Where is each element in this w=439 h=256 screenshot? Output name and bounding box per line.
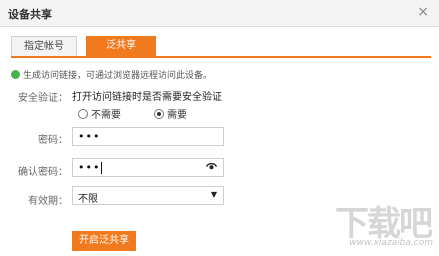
watermark: 下载吧 www.xiazaiba.com [333, 196, 433, 254]
confirm-password-wrap: ••• [78, 161, 103, 174]
password-field[interactable]: ••• [72, 127, 224, 146]
info-text: 生成访问链接，可通过浏览器远程访问此设备。 [23, 71, 213, 81]
expiry-value: 不限 [78, 194, 98, 205]
chevron-down-icon: ▼ [210, 190, 217, 199]
dialog-title: 设备共享 [8, 8, 52, 21]
open-share-button[interactable]: 开启泛共享 [72, 231, 136, 251]
confirm-password-label: 确认密码： [18, 167, 68, 178]
title-bar: 设备共享 × [0, 0, 439, 27]
password-value: ••• [78, 130, 101, 143]
radio-no-verify-label: 不需要 [91, 110, 121, 121]
expiry-select[interactable]: 不限 ▼ [72, 186, 224, 205]
radio-verify[interactable]: 需要 [154, 106, 187, 121]
tab-public-share[interactable]: 泛共享 [86, 36, 156, 56]
confirm-password-field[interactable]: ••• [72, 158, 224, 177]
verify-label: 安全验证： [18, 93, 68, 104]
tab-specified-account[interactable]: 指定帐号 [11, 36, 77, 56]
share-dialog: 设备共享 × 指定帐号 泛共享 生成访问链接，可通过浏览器远程访问此设备。 安全… [0, 0, 439, 256]
radio-verify-label: 需要 [167, 110, 187, 121]
watermark-url: www.xiazaiba.com [349, 238, 433, 248]
eye-icon-svg [205, 163, 218, 170]
password-label: 密码： [38, 135, 68, 146]
info-message: 生成访问链接，可通过浏览器远程访问此设备。 [11, 68, 212, 81]
verify-question: 打开访问链接时是否需要安全验证 [72, 92, 222, 103]
eye-icon[interactable] [205, 162, 218, 174]
radio-circle[interactable] [78, 109, 88, 119]
confirm-password-value: ••• [78, 161, 101, 174]
info-icon [11, 70, 20, 79]
radio-circle-selected[interactable] [154, 109, 164, 119]
expiry-label: 有效期： [28, 196, 68, 207]
tab-bar: 指定帐号 泛共享 [11, 36, 431, 58]
text-caret [101, 162, 103, 174]
close-icon[interactable]: × [417, 4, 429, 20]
radio-no-verify[interactable]: 不需要 [78, 106, 121, 121]
